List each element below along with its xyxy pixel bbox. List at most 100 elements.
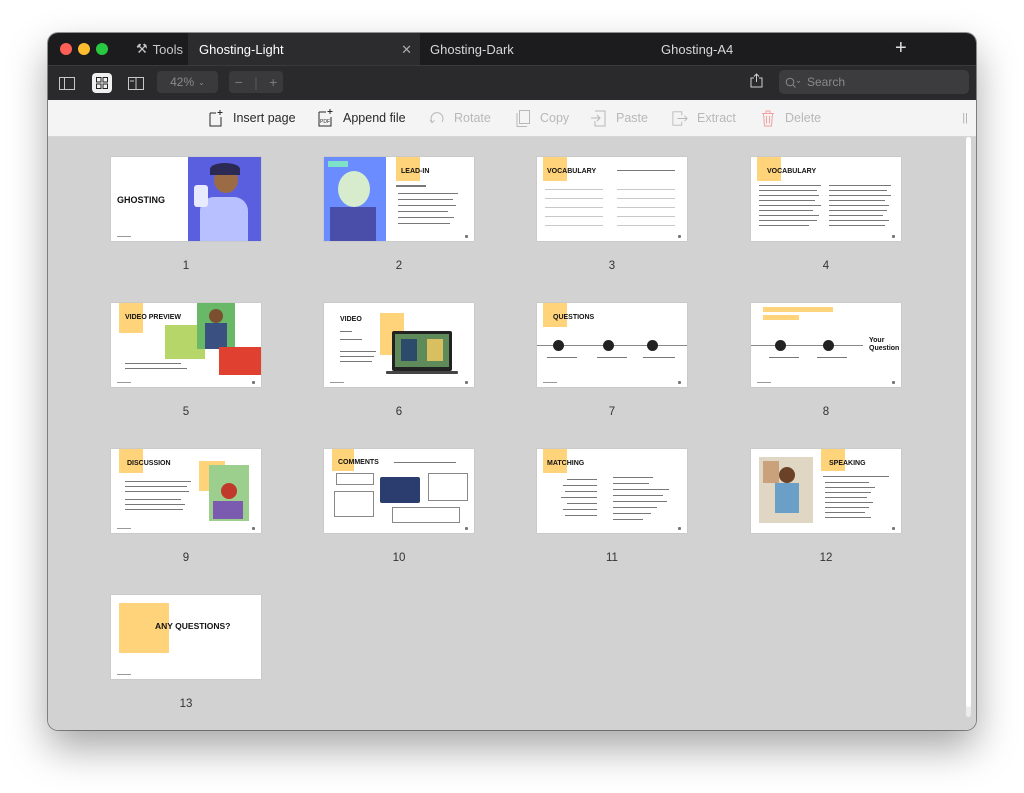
text-line [825, 502, 873, 503]
page-number: 3 [608, 260, 616, 272]
slide-footer [117, 236, 131, 237]
page-layout-icon[interactable] [126, 73, 146, 93]
insert-page-button[interactable]: Insert page [208, 100, 296, 136]
slide-page-marker [252, 527, 255, 530]
append-file-button[interactable]: PDF Append file [318, 100, 406, 136]
sidebar-toggle-icon[interactable] [57, 73, 77, 93]
accent-block [763, 315, 799, 320]
tab-label: Ghosting-Dark [430, 41, 514, 57]
laptop-illustration [392, 331, 452, 371]
page-preview: VOCABULARY [537, 157, 687, 241]
zoom-window-button[interactable] [96, 43, 108, 55]
extract-button[interactable]: Extract [672, 100, 736, 136]
text-line [563, 485, 597, 486]
text-line [613, 489, 669, 490]
rotate-label: Rotate [454, 111, 491, 125]
delete-button[interactable]: Delete [760, 100, 821, 136]
share-icon[interactable] [750, 73, 763, 91]
slide-page-marker [678, 235, 681, 238]
copy-button[interactable]: Copy [515, 100, 569, 136]
text-line [825, 512, 865, 513]
zoom-in-button[interactable]: + [269, 74, 277, 90]
rotate-button[interactable]: Rotate [429, 100, 491, 136]
slide-illustration [324, 157, 386, 241]
text-line [340, 339, 362, 340]
slide-illustration [197, 303, 235, 349]
tab-label: Ghosting-A4 [661, 41, 734, 57]
paste-icon [591, 109, 607, 127]
slide-page-marker [892, 527, 895, 530]
minimize-window-button[interactable] [78, 43, 90, 55]
page-number: 10 [392, 552, 406, 564]
tab-ghosting-dark[interactable]: Ghosting-Dark [430, 33, 514, 65]
timeline-dot [775, 340, 786, 351]
timeline-dot [647, 340, 658, 351]
page-preview: SPEAKING [751, 449, 901, 533]
svg-text:PDF: PDF [320, 119, 330, 125]
text-line [829, 205, 889, 206]
text-line [829, 220, 889, 221]
tab-ghosting-light[interactable]: Ghosting-Light ✕ [188, 33, 420, 65]
slide-footer [330, 382, 344, 383]
grid-view-icon[interactable] [92, 73, 112, 93]
slide-page-marker [892, 381, 895, 384]
slide-title: LEAD-IN [401, 168, 430, 175]
text-line [398, 193, 458, 194]
timeline-dot [603, 340, 614, 351]
text-line [759, 200, 815, 201]
slide-page-marker [678, 527, 681, 530]
divider [617, 189, 675, 190]
slide-title: MATCHING [547, 460, 585, 467]
divider [545, 198, 603, 199]
text-line [825, 492, 871, 493]
text-line [125, 509, 183, 510]
page-number: 6 [395, 406, 403, 418]
slide-title: COMMENTS [338, 459, 379, 466]
slide-page-marker [678, 381, 681, 384]
text-line [829, 200, 885, 201]
divider [545, 207, 603, 208]
page-number: 12 [819, 552, 833, 564]
toolbar-grip-icon[interactable]: || [962, 112, 968, 124]
tab-ghosting-a4[interactable]: Ghosting-A4 [661, 33, 733, 65]
text-line [825, 497, 867, 498]
slide-title: Your Question [869, 337, 900, 352]
slide-title: GHOSTING [117, 195, 166, 205]
rotate-icon [429, 109, 445, 127]
timeline-dot [823, 340, 834, 351]
page-preview: COMMENTS [324, 449, 474, 533]
tools-button[interactable]: ⚒ Tools [136, 33, 183, 65]
zoom-out-button[interactable]: − [235, 74, 243, 90]
slide-title: VOCABULARY [767, 168, 817, 175]
divider [545, 216, 603, 217]
text-line [829, 195, 891, 196]
tools-label: Tools [152, 41, 184, 57]
text-line [340, 356, 374, 357]
slide-illustration [219, 347, 261, 375]
paste-button[interactable]: Paste [591, 100, 648, 136]
slide-footer [757, 382, 771, 383]
text-line [340, 331, 352, 332]
comment-box [334, 491, 374, 517]
slide-illustration [188, 157, 261, 241]
text-line [759, 215, 819, 216]
slide-title: VOCABULARY [547, 168, 597, 175]
laptop-base [386, 371, 458, 374]
text-line [613, 495, 663, 496]
close-tab-icon[interactable]: ✕ [401, 42, 412, 58]
text-line [561, 497, 597, 498]
page-number: 5 [182, 406, 190, 418]
text-line [829, 190, 887, 191]
slide-page-marker [892, 235, 895, 238]
zoom-select[interactable]: 42% ⌄ [157, 71, 218, 93]
close-window-button[interactable] [60, 43, 72, 55]
page-preview: Your Question [751, 303, 901, 387]
text-line [398, 211, 448, 212]
vertical-scrollbar-thumb[interactable] [966, 137, 971, 707]
zoom-stepper: − | + [229, 71, 283, 93]
divider [617, 225, 675, 226]
new-tab-button[interactable]: + [895, 37, 907, 60]
page-preview: QUESTIONS [537, 303, 687, 387]
timeline-dot [553, 340, 564, 351]
search-input[interactable]: Search [779, 70, 969, 94]
